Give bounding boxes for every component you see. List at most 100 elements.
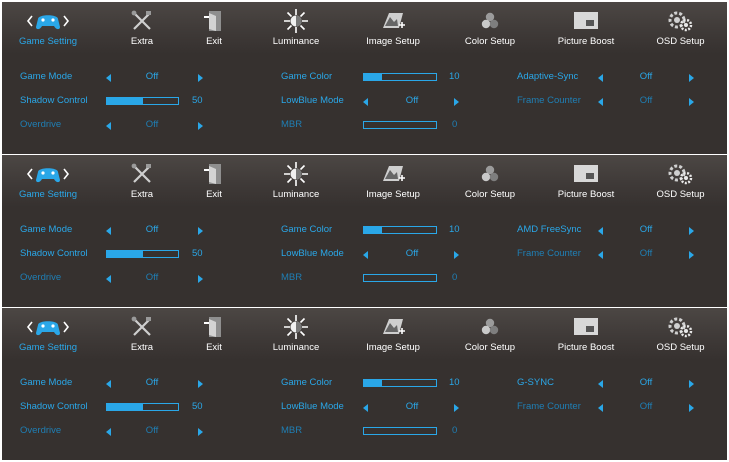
tab-luminance[interactable]: Luminance (248, 2, 344, 54)
osd-panel-2: Game Setting Extra Exit Luminance Image … (2, 155, 727, 307)
tab-extra[interactable]: Extra (104, 2, 180, 54)
setting-mbr-row: MBR 0 (2, 119, 727, 133)
osd-panel-3: Game Setting Extra Exit Luminance Image … (2, 308, 727, 460)
picture-boost-icon (538, 312, 634, 342)
osd-gear-icon (634, 159, 727, 189)
tab-image-setup[interactable]: Image Setup (344, 155, 442, 207)
setting-mbr-row: MBR 0 (2, 272, 727, 286)
osd-tab-bar: Game Setting Extra Exit Luminance Image … (2, 155, 727, 207)
tools-icon (104, 312, 180, 342)
right-arrow-icon[interactable] (689, 251, 694, 259)
mbr-value: 0 (452, 425, 458, 436)
exit-door-icon (180, 6, 248, 36)
tab-label: Picture Boost (557, 36, 615, 47)
frame-counter-value[interactable]: Off (626, 95, 666, 106)
tab-exit[interactable]: Exit (180, 155, 248, 207)
osd-tab-bar: Game Setting Extra Exit Luminance Image … (2, 308, 727, 360)
mbr-slider[interactable] (363, 121, 437, 129)
setting-frame-counter-row: Frame Counter Off (2, 95, 727, 109)
sync-label: AMD FreeSync (517, 224, 582, 235)
frame-counter-value[interactable]: Off (626, 401, 666, 412)
tab-exit[interactable]: Exit (180, 2, 248, 54)
sync-value[interactable]: Off (626, 71, 666, 82)
image-setup-icon (344, 312, 442, 342)
sun-icon (248, 159, 344, 189)
setting-frame-counter-row: Frame Counter Off (2, 248, 727, 262)
tab-label: Luminance (272, 189, 320, 200)
osd-tab-bar: Game Setting Extra Exit Luminance Image … (2, 2, 727, 54)
picture-boost-icon (538, 159, 634, 189)
left-arrow-icon[interactable] (598, 380, 603, 388)
tab-label: Game Setting (18, 189, 78, 200)
left-arrow-icon[interactable] (598, 404, 603, 412)
tab-game-setting[interactable]: Game Setting (2, 2, 94, 54)
tab-picture-boost[interactable]: Picture Boost (538, 155, 634, 207)
tab-label: Color Setup (464, 342, 516, 353)
picture-boost-icon (538, 6, 634, 36)
sync-value[interactable]: Off (626, 224, 666, 235)
osd-gear-icon (634, 312, 727, 342)
left-arrow-icon[interactable] (598, 251, 603, 259)
image-setup-icon (344, 159, 442, 189)
tab-label: Image Setup (366, 189, 420, 200)
sync-label: G-SYNC (517, 377, 554, 388)
tab-label: Color Setup (464, 36, 516, 47)
frame-counter-label: Frame Counter (517, 95, 581, 106)
tab-picture-boost[interactable]: Picture Boost (538, 308, 634, 360)
tab-picture-boost[interactable]: Picture Boost (538, 2, 634, 54)
right-arrow-icon[interactable] (689, 98, 694, 106)
tab-label: Game Setting (18, 36, 78, 47)
sync-label: Adaptive-Sync (517, 71, 579, 82)
left-arrow-icon[interactable] (598, 98, 603, 106)
left-arrow-icon[interactable] (598, 74, 603, 82)
tab-label: Luminance (272, 342, 320, 353)
frame-counter-label: Frame Counter (517, 248, 581, 259)
tab-extra[interactable]: Extra (104, 308, 180, 360)
tab-color-setup[interactable]: Color Setup (442, 155, 538, 207)
sun-icon (248, 6, 344, 36)
gamepad-icon (2, 6, 94, 36)
right-arrow-icon[interactable] (689, 380, 694, 388)
color-circles-icon (442, 6, 538, 36)
setting-sync-row: AMD FreeSync Off (2, 224, 727, 238)
tab-osd-setup[interactable]: OSD Setup (634, 155, 727, 207)
right-arrow-icon[interactable] (689, 227, 694, 235)
tab-osd-setup[interactable]: OSD Setup (634, 308, 727, 360)
tab-osd-setup[interactable]: OSD Setup (634, 2, 727, 54)
mbr-value: 0 (452, 272, 458, 283)
exit-door-icon (180, 159, 248, 189)
tab-label: Extra (130, 189, 154, 200)
tab-extra[interactable]: Extra (104, 155, 180, 207)
left-arrow-icon[interactable] (598, 227, 603, 235)
right-arrow-icon[interactable] (689, 404, 694, 412)
tab-label: Color Setup (464, 189, 516, 200)
osd-panel-1: Game Setting Extra Exit Luminance Image … (2, 2, 727, 154)
tab-game-setting[interactable]: Game Setting (2, 155, 94, 207)
image-setup-icon (344, 6, 442, 36)
tab-label: Extra (130, 342, 154, 353)
tab-luminance[interactable]: Luminance (248, 155, 344, 207)
tab-image-setup[interactable]: Image Setup (344, 308, 442, 360)
tab-image-setup[interactable]: Image Setup (344, 2, 442, 54)
tab-label: Exit (206, 36, 222, 47)
gamepad-icon (2, 312, 94, 342)
gamepad-icon (2, 159, 94, 189)
tab-luminance[interactable]: Luminance (248, 308, 344, 360)
mbr-slider[interactable] (363, 427, 437, 435)
tab-color-setup[interactable]: Color Setup (442, 308, 538, 360)
tab-exit[interactable]: Exit (180, 308, 248, 360)
setting-mbr-row: MBR 0 (2, 425, 727, 439)
tab-game-setting[interactable]: Game Setting (2, 308, 94, 360)
tab-label: OSD Setup (656, 36, 705, 47)
frame-counter-value[interactable]: Off (626, 248, 666, 259)
color-circles-icon (442, 312, 538, 342)
tab-label: OSD Setup (656, 342, 705, 353)
tab-label: Extra (130, 36, 154, 47)
exit-door-icon (180, 312, 248, 342)
right-arrow-icon[interactable] (689, 74, 694, 82)
sun-icon (248, 312, 344, 342)
tab-color-setup[interactable]: Color Setup (442, 2, 538, 54)
sync-value[interactable]: Off (626, 377, 666, 388)
frame-counter-label: Frame Counter (517, 401, 581, 412)
mbr-slider[interactable] (363, 274, 437, 282)
